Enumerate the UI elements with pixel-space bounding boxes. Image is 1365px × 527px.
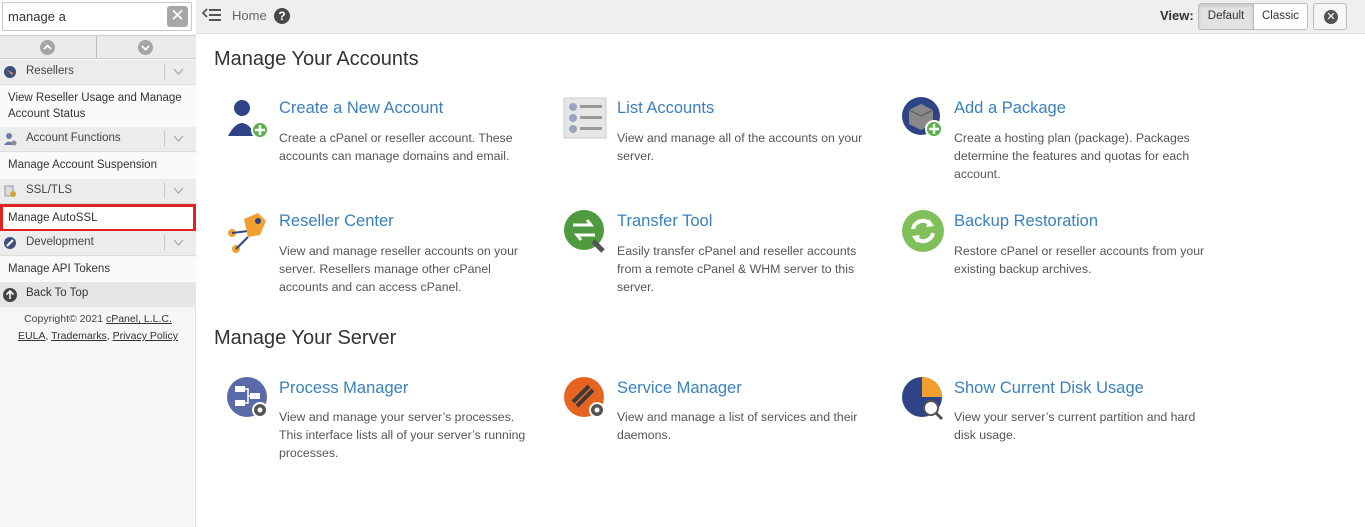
privacy-policy-link[interactable]: Privacy Policy	[113, 330, 178, 342]
divider	[164, 235, 165, 251]
sidebar-item-account-suspension[interactable]: Manage Account Suspension	[0, 153, 196, 179]
backup-restoration-icon[interactable]	[901, 209, 945, 253]
collapse-chevron-icon[interactable]	[173, 185, 184, 196]
list-accounts-link[interactable]: List Accounts	[617, 99, 714, 118]
collapse-menu-icon[interactable]	[202, 7, 222, 23]
copyright-text: Copyright© 2021	[24, 313, 104, 325]
copyright-footer: Copyright© 2021 cPanel, L.L.C. EULA, Tra…	[18, 313, 178, 342]
transfer-tool-desc: Easily transfer cPanel and reseller acco…	[617, 244, 857, 294]
add-package-link[interactable]: Add a Package	[954, 99, 1066, 118]
clear-search-icon[interactable]: ✕	[167, 6, 188, 27]
development-wrench-icon	[3, 236, 17, 250]
disk-usage-link[interactable]: Show Current Disk Usage	[954, 379, 1144, 398]
category-resellers[interactable]: Resellers	[0, 60, 196, 85]
close-button[interactable]: ✕	[1313, 3, 1347, 30]
arrow-up-icon	[3, 288, 17, 302]
divider	[164, 64, 165, 80]
category-development[interactable]: Development	[0, 231, 196, 256]
divider	[164, 131, 165, 147]
service-manager-link[interactable]: Service Manager	[617, 379, 742, 398]
scroll-down-button[interactable]	[98, 36, 195, 58]
scroll-up-button[interactable]	[0, 36, 97, 58]
create-account-desc: Create a cPanel or reseller account. The…	[279, 131, 513, 163]
collapse-chevron-icon[interactable]	[173, 237, 184, 248]
process-manager-link[interactable]: Process Manager	[279, 379, 408, 398]
back-to-top-button[interactable]: Back To Top	[0, 282, 196, 307]
reseller-center-link[interactable]: Reseller Center	[279, 212, 394, 231]
add-package-desc: Create a hosting plan (package). Package…	[954, 131, 1190, 181]
process-manager-desc: View and manage your server’s processes.…	[279, 410, 526, 460]
category-label: Resellers	[26, 65, 74, 77]
search-input[interactable]	[2, 2, 192, 31]
chevron-up-icon	[40, 40, 55, 55]
collapse-chevron-icon[interactable]	[173, 133, 184, 144]
reseller-center-desc: View and manage reseller accounts on you…	[279, 244, 519, 294]
category-ssl-tls[interactable]: SSL/TLS	[0, 179, 196, 204]
category-label: Account Functions	[26, 132, 121, 144]
disk-usage-icon[interactable]	[901, 376, 945, 421]
section-title-server: Manage Your Server	[214, 327, 397, 349]
backup-restoration-link[interactable]: Backup Restoration	[954, 212, 1098, 231]
resellers-icon	[3, 65, 17, 79]
process-manager-icon[interactable]	[226, 376, 270, 420]
sidebar-item-reseller-usage[interactable]: View Reseller Usage and Manage Account S…	[0, 86, 196, 128]
section-title-accounts: Manage Your Accounts	[214, 48, 419, 70]
close-icon: ✕	[1324, 10, 1338, 24]
trademarks-link[interactable]: Trademarks	[51, 330, 107, 342]
service-manager-icon[interactable]	[563, 376, 607, 420]
transfer-tool-icon[interactable]	[563, 209, 607, 253]
disk-usage-desc: View your server’s current partition and…	[954, 410, 1196, 442]
view-label: View:	[1160, 8, 1194, 23]
divider	[164, 183, 165, 199]
category-account-functions[interactable]: Account Functions	[0, 127, 196, 152]
backup-restoration-desc: Restore cPanel or reseller accounts from…	[954, 244, 1205, 276]
sidebar-item-api-tokens[interactable]: Manage API Tokens	[0, 257, 196, 282]
view-default-button[interactable]: Default	[1198, 3, 1254, 30]
eula-link[interactable]: EULA	[18, 330, 45, 342]
sidebar-item-manage-autossl[interactable]: Manage AutoSSL	[0, 204, 196, 232]
view-classic-button[interactable]: Classic	[1253, 3, 1308, 30]
back-to-top-label: Back To Top	[26, 287, 89, 299]
create-account-icon[interactable]	[226, 96, 270, 140]
sidebar: ✕ Resellers View Reseller Usage and Mana…	[0, 0, 196, 527]
help-icon[interactable]: ?	[274, 8, 290, 24]
list-accounts-desc: View and manage all of the accounts on y…	[617, 131, 863, 163]
ssl-certificate-icon	[3, 184, 17, 198]
chevron-down-icon	[138, 40, 153, 55]
account-functions-icon	[3, 132, 17, 146]
company-link[interactable]: cPanel, L.L.C.	[106, 313, 172, 325]
sidebar-nav-arrows	[0, 35, 196, 59]
collapse-chevron-icon[interactable]	[173, 66, 184, 77]
breadcrumb-home[interactable]: Home	[232, 8, 267, 23]
reseller-center-icon[interactable]	[226, 209, 270, 253]
search-wrap: ✕	[0, 0, 196, 34]
service-manager-desc: View and manage a list of services and t…	[617, 410, 858, 442]
list-accounts-icon[interactable]	[563, 96, 607, 140]
transfer-tool-link[interactable]: Transfer Tool	[617, 212, 712, 231]
create-account-link[interactable]: Create a New Account	[279, 99, 443, 118]
add-package-icon[interactable]	[901, 96, 945, 140]
category-label: Development	[26, 236, 94, 248]
top-bar: Home ? View: Default Classic ✕	[196, 0, 1365, 34]
category-label: SSL/TLS	[26, 184, 73, 196]
